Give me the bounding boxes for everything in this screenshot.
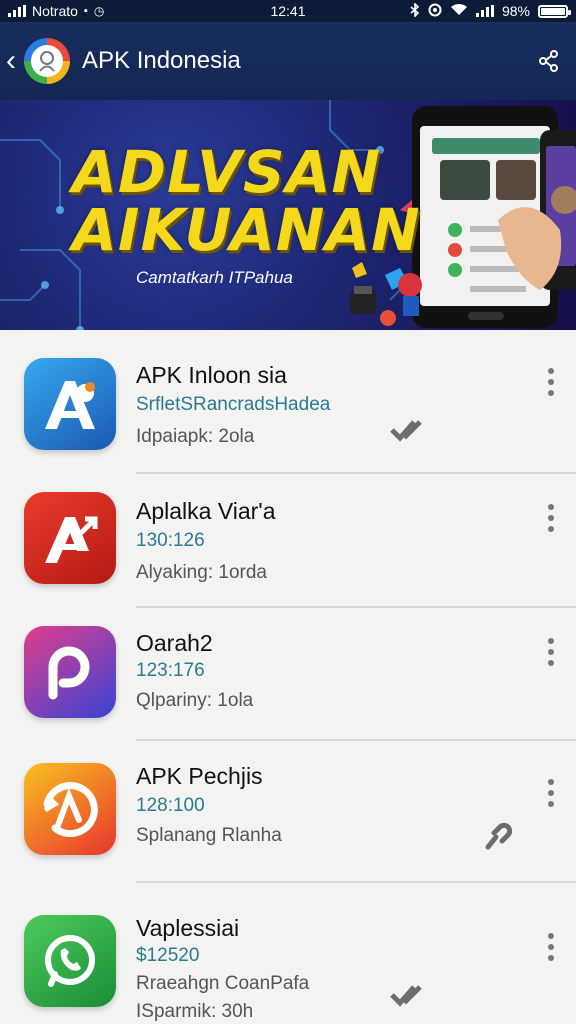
share-icon[interactable] bbox=[536, 48, 562, 74]
double-check-icon bbox=[390, 983, 424, 1012]
notification-icon: ▪ bbox=[83, 5, 88, 17]
app-meta: Idpaiapk: 2ola bbox=[136, 426, 255, 447]
more-options-icon[interactable] bbox=[545, 504, 557, 532]
more-options-icon[interactable] bbox=[545, 638, 557, 666]
app-logo bbox=[24, 38, 70, 84]
alarm-icon: ◷ bbox=[93, 4, 105, 18]
app-name: Aplalka Viar'a bbox=[136, 498, 276, 524]
double-check-icon bbox=[390, 418, 424, 447]
app-meta-2: ISparmik: 30h bbox=[136, 1001, 254, 1022]
link-icon bbox=[484, 822, 513, 856]
app-name: Vaplessiai bbox=[136, 915, 240, 941]
banner-headline-2: AIKUANAN bbox=[72, 196, 421, 264]
location-icon bbox=[428, 3, 442, 20]
app-icon-5 bbox=[24, 915, 116, 1007]
list-item[interactable]: Oarah2 123:176 Qlpariny: 1ola bbox=[0, 608, 576, 741]
list-item[interactable]: APK Inloon sia SrfletSRancradsHadea Idpa… bbox=[0, 338, 576, 474]
promo-banner[interactable]: ADLVSAN AIKUANAN Camtatkarh ITPahua bbox=[0, 100, 576, 330]
app-meta: Rraeahgn CoanPafa bbox=[136, 973, 310, 994]
app-meta: Qlpariny: 1ola bbox=[136, 690, 254, 711]
wifi-icon bbox=[450, 3, 468, 19]
app-meta: Alyaking: 1orda bbox=[136, 562, 267, 583]
app-icon-2 bbox=[24, 492, 116, 584]
banner-subtitle: Camtatkarh ITPahua bbox=[136, 268, 293, 287]
more-options-icon[interactable] bbox=[545, 368, 557, 396]
app-subtitle: 123:176 bbox=[136, 660, 205, 681]
signal-icon bbox=[8, 5, 26, 17]
cell-signal-icon bbox=[475, 5, 494, 17]
app-name: APK Inloon sia bbox=[136, 362, 287, 388]
status-bar: Notrato ▪ ◷ 12:41 98% bbox=[0, 0, 576, 22]
carrier-label: Notrato bbox=[32, 3, 78, 19]
app-name: APK Pechjis bbox=[136, 763, 263, 789]
app-subtitle: 130:126 bbox=[136, 530, 205, 551]
app-icon-1 bbox=[24, 358, 116, 450]
more-options-icon[interactable] bbox=[545, 933, 557, 961]
app-icon-3 bbox=[24, 626, 116, 718]
battery-icon bbox=[538, 4, 571, 18]
app-meta: Splanang Rlanha bbox=[136, 825, 282, 846]
app-subtitle: SrfletSRancradsHadea bbox=[136, 394, 331, 415]
battery-percent: 98% bbox=[501, 3, 530, 19]
app-bar: ‹ APK Indonesia bbox=[0, 22, 576, 100]
more-options-icon[interactable] bbox=[545, 779, 557, 807]
page-title: APK Indonesia bbox=[82, 47, 241, 74]
list-item[interactable]: Vaplessiai $12520 Rraeahgn CoanPafa ISpa… bbox=[0, 883, 576, 1024]
list-item[interactable]: Aplalka Viar'a 130:126 Alyaking: 1orda bbox=[0, 474, 576, 608]
app-icon-4 bbox=[24, 763, 116, 855]
app-subtitle: $12520 bbox=[136, 945, 200, 966]
app-subtitle: 128:100 bbox=[136, 795, 205, 816]
app-name: Oarah2 bbox=[136, 630, 213, 656]
back-icon[interactable]: ‹ bbox=[6, 46, 24, 76]
bluetooth-icon bbox=[410, 1, 420, 20]
list-item[interactable]: APK Pechjis 128:100 Splanang Rlanha bbox=[0, 741, 576, 883]
